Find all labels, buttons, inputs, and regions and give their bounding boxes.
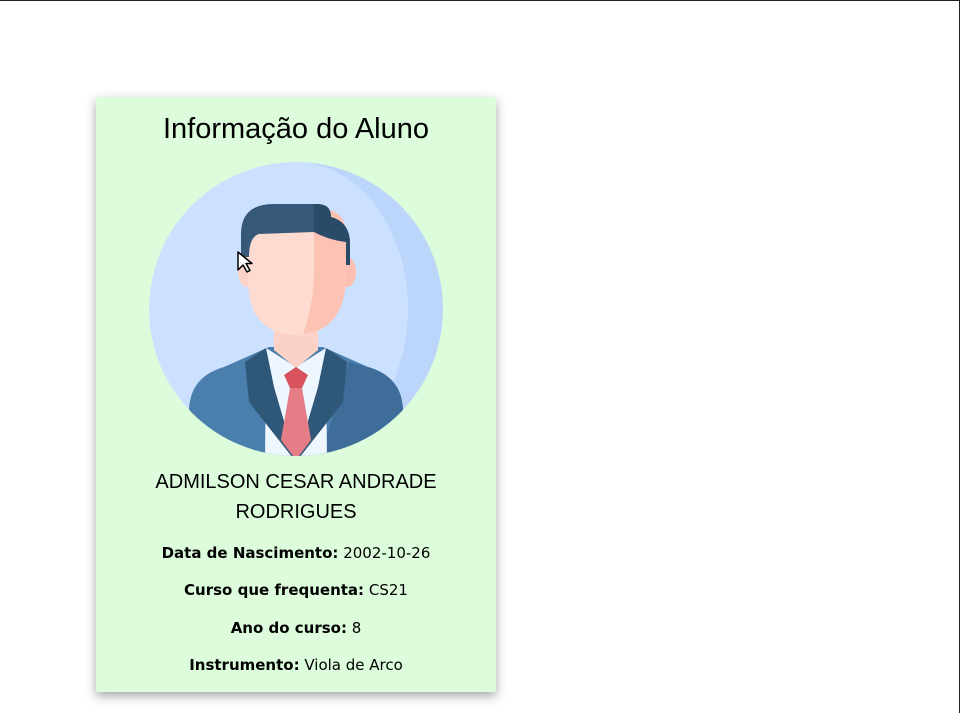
student-avatar-icon	[149, 162, 443, 456]
instrument-row: Instrumento: Viola de Arco	[96, 655, 496, 675]
student-name: ADMILSON CESAR ANDRADE RODRIGUES	[155, 471, 437, 523]
course-year-label: Ano do curso:	[230, 619, 347, 637]
mouse-cursor-icon	[237, 251, 253, 273]
card-title: Informação do Aluno	[162, 113, 429, 145]
birth-date-label: Data de Nascimento:	[161, 544, 339, 562]
instrument-value: Viola de Arco	[304, 656, 403, 674]
student-info-card: Informação do Aluno ADMILSON CESAR ANDRA…	[96, 97, 496, 692]
course-year-row: Ano do curso: 8	[96, 618, 496, 638]
course-value: CS21	[368, 581, 408, 599]
course-row: Curso que frequenta: CS21	[96, 580, 496, 600]
instrument-label: Instrumento:	[189, 656, 300, 674]
course-label: Curso que frequenta:	[184, 581, 365, 599]
birth-date-row: Data de Nascimento: 2002-10-26	[96, 543, 496, 563]
course-year-value: 8	[351, 619, 362, 637]
birth-date-value: 2002-10-26	[343, 544, 431, 562]
